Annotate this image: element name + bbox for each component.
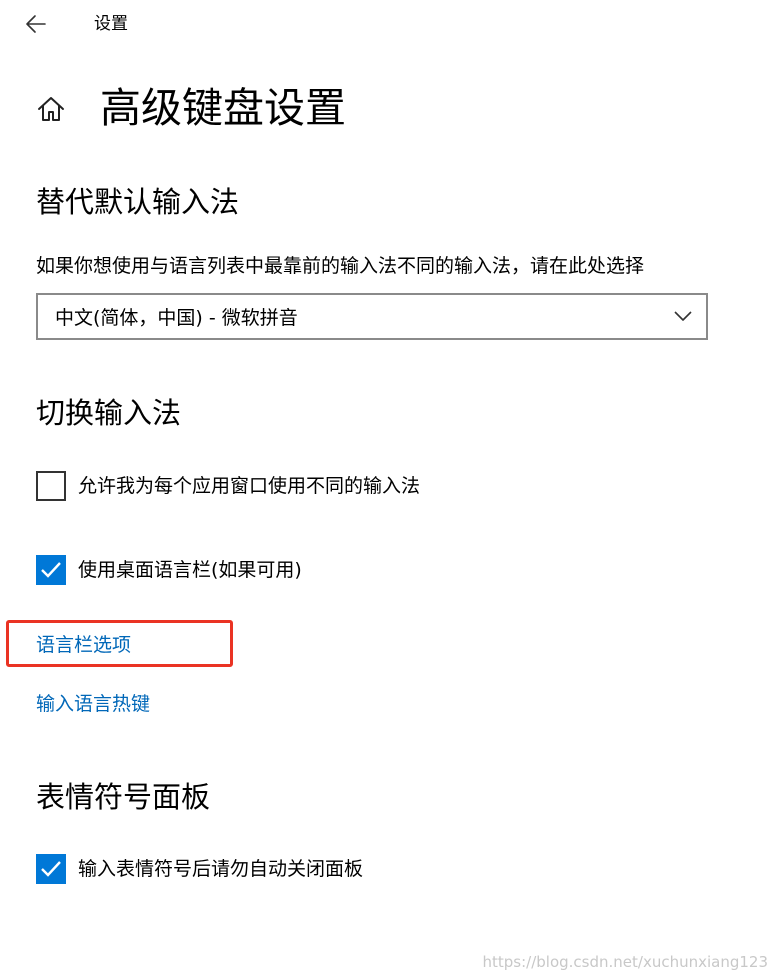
settings-page: 设置 高级键盘设置 替代默认输入法 如果你想使用与语言列表中最靠前的输入法不同的… [0, 0, 778, 980]
home-icon [38, 97, 64, 121]
home-button[interactable] [36, 94, 66, 124]
chevron-down-icon [674, 311, 692, 321]
section-title-switch-input: 切换输入法 [36, 396, 182, 430]
watermark: https://blog.csdn.net/xuchunxiang123 [482, 953, 769, 971]
checkmark-icon [41, 562, 61, 578]
per-app-input-checkbox[interactable] [36, 471, 66, 501]
section-title-emoji-panel: 表情符号面板 [36, 780, 211, 814]
arrow-left-icon [26, 15, 46, 33]
desktop-language-bar-label: 使用桌面语言栏(如果可用) [78, 559, 302, 581]
input-language-hotkeys-link[interactable]: 输入语言热键 [36, 691, 150, 717]
emoji-panel-checkbox[interactable] [36, 854, 66, 884]
back-button[interactable] [24, 12, 48, 36]
default-input-description: 如果你想使用与语言列表中最靠前的输入法不同的输入法，请在此处选择 [36, 255, 645, 277]
default-input-dropdown[interactable]: 中文(简体，中国) - 微软拼音 [36, 293, 708, 340]
dropdown-selected-value: 中文(简体，中国) - 微软拼音 [55, 307, 298, 329]
window-title: 设置 [94, 14, 128, 34]
language-bar-options-link[interactable]: 语言栏选项 [36, 632, 131, 658]
page-title: 高级键盘设置 [100, 84, 346, 132]
section-title-default-input: 替代默认输入法 [36, 185, 240, 219]
per-app-input-label: 允许我为每个应用窗口使用不同的输入法 [78, 475, 421, 497]
emoji-panel-label: 输入表情符号后请勿自动关闭面板 [78, 858, 364, 880]
desktop-language-bar-checkbox[interactable] [36, 555, 66, 585]
checkmark-icon [41, 861, 61, 877]
